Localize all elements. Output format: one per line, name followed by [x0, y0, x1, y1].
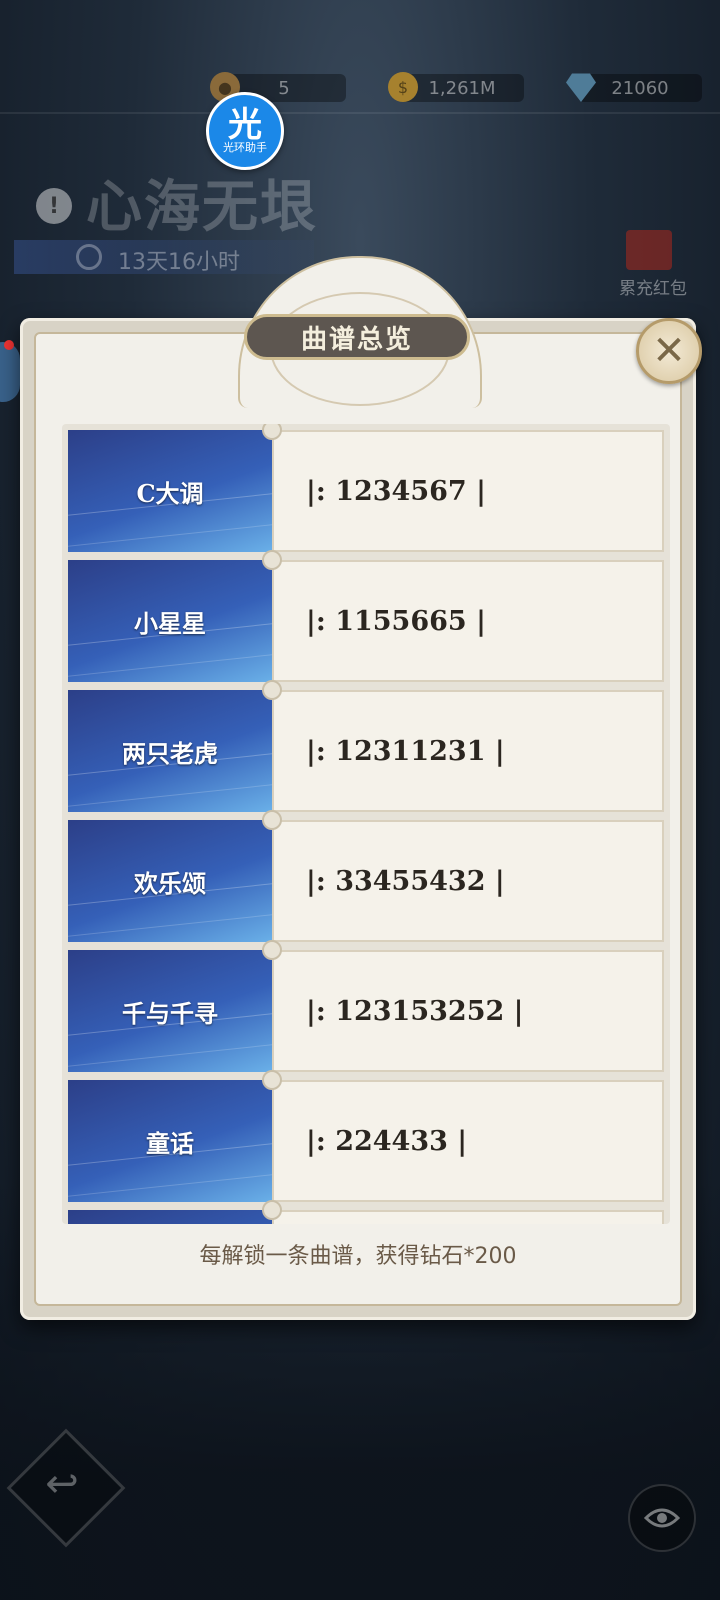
diamond-icon: [566, 73, 596, 102]
view-toggle-button[interactable]: [628, 1484, 696, 1552]
song-row[interactable]: 欢乐颂 |: 33455432 |: [68, 810, 664, 942]
eye-icon: [644, 1508, 680, 1528]
row-connector: [262, 940, 282, 960]
song-row-partial[interactable]: [68, 1200, 664, 1224]
song-name: 两只老虎: [68, 690, 272, 812]
header-divider: [0, 112, 720, 114]
unlock-reward-note: 每解锁一条曲谱，获得钻石*200: [199, 1244, 517, 1269]
row-connector: [262, 810, 282, 830]
currency-gold-value: 1,261M: [428, 77, 496, 99]
song-score: |: 12311231 |: [272, 690, 664, 812]
song-score: |: 123153252 |: [272, 950, 664, 1072]
redpack-button[interactable]: 累充红包: [612, 230, 694, 300]
song-name: 小星星: [68, 560, 272, 682]
back-arrow-icon: ↩: [45, 1461, 79, 1507]
song-score: |: 1234567 |: [272, 430, 664, 552]
row-connector: [262, 1070, 282, 1090]
currency-gold[interactable]: $ 1,261M: [388, 72, 524, 102]
song-name: C大调: [68, 430, 272, 552]
currency-token-value: 5: [278, 77, 290, 99]
song-row[interactable]: 童话 |: 224433 |: [68, 1070, 664, 1202]
modal-title: 曲谱总览: [244, 314, 470, 360]
assistant-badge[interactable]: 光 光环助手: [206, 92, 284, 170]
close-icon: ✕: [652, 328, 686, 374]
song-row[interactable]: C大调 |: 1234567 |: [68, 424, 664, 552]
assistant-label: 光环助手: [223, 141, 267, 154]
close-button[interactable]: ✕: [636, 318, 702, 384]
song-name: 千与千寻: [68, 950, 272, 1072]
redpack-label: 累充红包: [619, 279, 687, 299]
info-icon[interactable]: !: [36, 188, 72, 224]
gold-coin-icon: $: [388, 72, 418, 102]
song-score: |: 33455432 |: [272, 820, 664, 942]
song-name-partial: [68, 1210, 272, 1224]
assistant-glyph: 光: [228, 105, 262, 145]
red-envelope-icon: [626, 230, 672, 270]
song-score-partial: [272, 1210, 664, 1224]
row-connector: [262, 680, 282, 700]
score-overview-modal: 曲谱总览 ✕ C大调 |: 1234567 | 小星星 |: 1155665 |…: [12, 256, 704, 1320]
currency-diamond[interactable]: 21060: [566, 73, 702, 102]
song-name: 童话: [68, 1080, 272, 1202]
row-connector: [262, 550, 282, 570]
song-row[interactable]: 两只老虎 |: 12311231 |: [68, 680, 664, 812]
song-score: |: 1155665 |: [272, 560, 664, 682]
event-title: 心海无垠: [86, 174, 318, 240]
currency-diamond-value: 21060: [611, 77, 669, 99]
event-timer: 13天16小时: [118, 250, 240, 275]
song-list[interactable]: C大调 |: 1234567 | 小星星 |: 1155665 | 两只老虎 |…: [62, 424, 670, 1224]
song-row[interactable]: 小星星 |: 1155665 |: [68, 550, 664, 682]
song-name: 欢乐颂: [68, 820, 272, 942]
clock-icon: [76, 244, 102, 270]
song-row[interactable]: 千与千寻 |: 123153252 |: [68, 940, 664, 1072]
song-score: |: 224433 |: [272, 1080, 664, 1202]
row-connector: [262, 1200, 282, 1220]
